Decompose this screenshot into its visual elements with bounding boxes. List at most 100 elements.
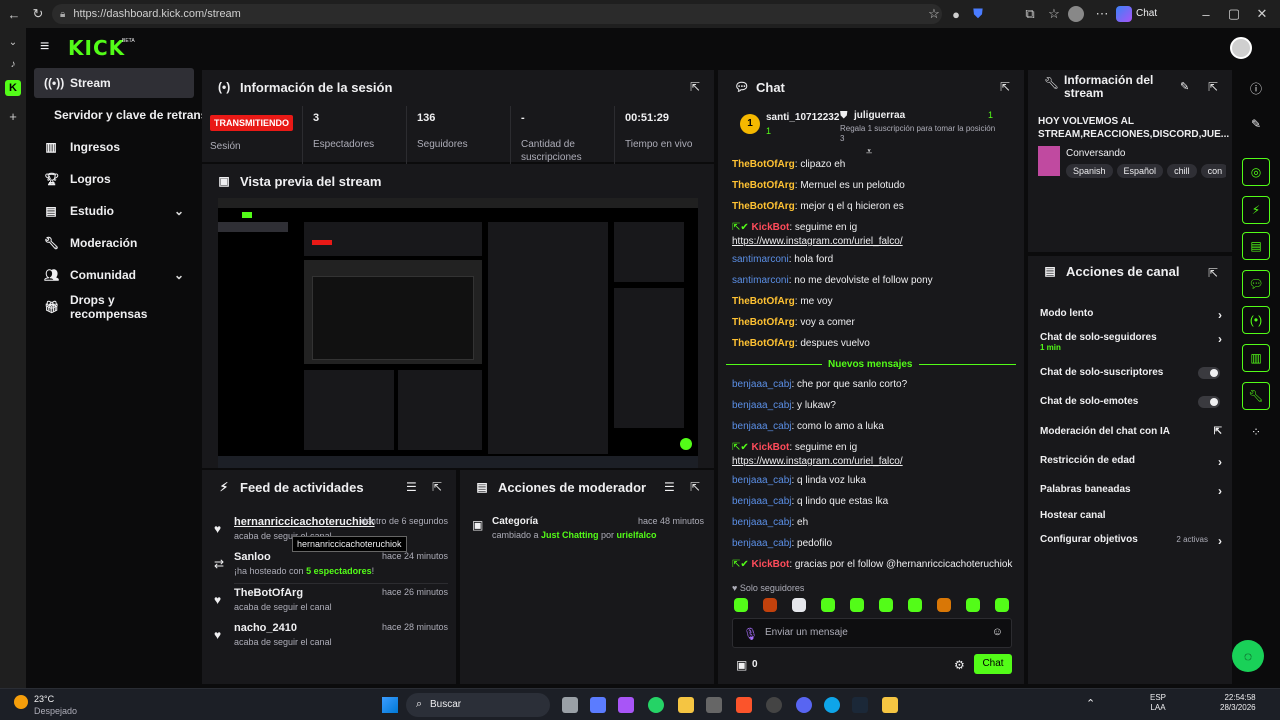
app-icon[interactable] xyxy=(706,697,722,713)
pencil-icon[interactable]: ✎ xyxy=(1242,110,1270,138)
extension-icon[interactable]: ● xyxy=(946,4,966,24)
mic-icon[interactable]: 🎙︎ xyxy=(743,627,758,641)
sidebar-item-comunidad[interactable]: 👥︎ Comunidad ⌄ xyxy=(34,260,194,290)
popout-icon[interactable]: ⇱ xyxy=(690,480,700,494)
chat-username[interactable]: TheBotOfArg xyxy=(732,180,795,191)
wrench-icon[interactable]: 🔧︎ xyxy=(1242,382,1270,410)
feed-user[interactable]: hernanriccicachoteruchiok xyxy=(234,516,375,528)
chat-username[interactable]: TheBotOfArg xyxy=(732,296,795,307)
app-icon[interactable] xyxy=(590,697,606,713)
feed-item[interactable]: ♥ nacho_2410 hace 28 minutos acaba de se… xyxy=(214,622,448,656)
tag[interactable]: chill xyxy=(1167,164,1197,178)
copilot-icon[interactable] xyxy=(618,697,634,713)
sidebar-item-ingresos[interactable]: ▥ Ingresos xyxy=(34,132,194,162)
copilot-label[interactable]: Chat xyxy=(1136,8,1157,19)
channel-action-2[interactable]: Chat de solo-seguidores 1 min › xyxy=(1040,332,1222,352)
filter-icon[interactable]: ☰ xyxy=(664,480,675,494)
chat-username[interactable]: KickBot xyxy=(752,442,790,453)
top-gifter-1[interactable]: santi_10712232 xyxy=(766,112,839,123)
channel-action-4[interactable]: Chat de solo-emotes xyxy=(1040,396,1222,408)
sidebar-item-stream[interactable]: ((•)) Stream xyxy=(34,68,194,98)
kick-tab-icon[interactable]: K xyxy=(5,80,21,96)
feed-user[interactable]: Sanloo xyxy=(234,551,271,563)
chat-username[interactable]: benjaaa_cabj xyxy=(732,421,792,432)
document-icon[interactable]: ▤ xyxy=(1242,232,1270,260)
discord-icon[interactable] xyxy=(796,697,812,713)
feed-item[interactable]: ⇄ Sanloo hace 24 minutos ¡ha hosteado co… xyxy=(214,551,448,585)
chat-input[interactable]: 🎙︎ Enviar un mensaje ☺ xyxy=(732,618,1012,648)
add-tab-icon[interactable]: + xyxy=(3,106,23,126)
help-icon[interactable]: ◌ xyxy=(1232,640,1264,672)
tag[interactable]: con xyxy=(1200,164,1226,178)
info-icon[interactable]: ⓘ xyxy=(1242,74,1270,102)
steam-icon[interactable] xyxy=(852,697,868,713)
chat-link[interactable]: https://www.instagram.com/uriel_falco/ xyxy=(732,236,903,247)
toggle-switch[interactable] xyxy=(1198,396,1220,408)
tag[interactable]: Español xyxy=(1116,164,1164,178)
channel-action-6[interactable]: Restricción de edad › xyxy=(1040,455,1222,469)
emote-icon[interactable] xyxy=(937,598,951,612)
store-icon[interactable]: ▥ xyxy=(1242,344,1270,372)
address-bar[interactable]: 🔒︎ https://dashboard.kick.com/stream xyxy=(52,4,942,24)
chat-username[interactable]: TheBotOfArg xyxy=(732,159,795,170)
emote-icon[interactable] xyxy=(792,598,806,612)
reload-icon[interactable]: ↻ xyxy=(28,4,48,24)
feed-user[interactable]: nacho_2410 xyxy=(234,622,297,634)
emote-icon[interactable] xyxy=(908,598,922,612)
channel-action-9[interactable]: Configurar objetivos 2 activas › xyxy=(1040,534,1222,548)
channel-action-5[interactable]: Moderación del chat con IA ⇱ xyxy=(1040,426,1222,437)
chat-username[interactable]: TheBotOfArg xyxy=(732,338,795,349)
emote-icon[interactable] xyxy=(995,598,1009,612)
start-icon[interactable] xyxy=(382,697,398,713)
filter-icon[interactable]: ☰ xyxy=(406,480,417,494)
favorite-icon[interactable]: ☆ xyxy=(924,4,944,24)
close-icon[interactable]: ✕ xyxy=(1252,4,1272,24)
popout-icon[interactable]: ⇱ xyxy=(1208,80,1218,94)
popout-icon[interactable]: ⇱ xyxy=(432,480,442,494)
tag[interactable]: Spanish xyxy=(1066,164,1113,178)
gear-icon[interactable]: ⚙ xyxy=(954,658,965,672)
feed-user[interactable]: TheBotOfArg xyxy=(234,587,303,599)
target-icon[interactable]: ◎ xyxy=(1242,158,1270,186)
chat-username[interactable]: benjaaa_cabj xyxy=(732,517,792,528)
chat-username[interactable]: KickBot xyxy=(752,222,790,233)
points-icon[interactable]: ▣ xyxy=(736,658,747,672)
channel-action-3[interactable]: Chat de solo-suscriptores xyxy=(1040,367,1222,379)
clock[interactable]: 22:54:58 28/3/2026 xyxy=(1220,693,1256,713)
tray-chevron-icon[interactable]: ⌃ xyxy=(1086,697,1095,710)
send-chat-button[interactable]: Chat xyxy=(974,654,1012,674)
app-icon[interactable] xyxy=(766,697,782,713)
feed-item[interactable]: ♥ TheBotOfArg hace 26 minutos acaba de s… xyxy=(214,587,448,621)
favorites-bar-icon[interactable]: ☆ xyxy=(1044,4,1064,24)
popout-icon[interactable]: ⇱ xyxy=(690,80,700,94)
popout-icon[interactable]: ⇱ xyxy=(1208,266,1218,280)
whatsapp-icon[interactable] xyxy=(648,697,664,713)
more-icon[interactable]: ⋯ xyxy=(1092,4,1112,24)
shield-icon[interactable]: ⛊ xyxy=(968,4,988,24)
sidebar-item-moderacion[interactable]: 🔧︎ Moderación xyxy=(34,228,194,258)
chat-link[interactable]: https://www.instagram.com/uriel_falco/ xyxy=(732,456,903,467)
chevron-down-icon[interactable]: ⌄ xyxy=(3,32,23,52)
chat-username[interactable]: santimarconi xyxy=(732,254,789,265)
emote-icon[interactable] xyxy=(763,598,777,612)
top-gifter-2[interactable]: juliguerraa xyxy=(854,110,905,121)
chat-username[interactable]: santimarconi xyxy=(732,275,789,286)
app-icon[interactable] xyxy=(882,697,898,713)
menu-icon[interactable]: ≡ xyxy=(40,39,49,55)
profile-icon[interactable] xyxy=(1068,6,1084,22)
popout-icon[interactable]: ⇱ xyxy=(1000,80,1010,94)
brave-icon[interactable] xyxy=(736,697,752,713)
emote-icon[interactable] xyxy=(734,598,748,612)
collections-icon[interactable]: ⧉ xyxy=(1020,4,1040,24)
gift-cta[interactable]: Regala 1 suscripción para tomar la posic… xyxy=(840,124,1000,144)
chat-username[interactable]: benjaaa_cabj xyxy=(732,496,792,507)
emote-icon[interactable] xyxy=(850,598,864,612)
weather-icon[interactable] xyxy=(14,695,28,709)
sidebar-item-estudio[interactable]: ▤ Estudio ⌄ xyxy=(34,196,194,226)
taskview-icon[interactable] xyxy=(562,697,578,713)
chat-username[interactable]: benjaaa_cabj xyxy=(732,400,792,411)
chat-username[interactable]: KickBot xyxy=(752,559,790,570)
emoji-icon[interactable]: ☺ xyxy=(992,626,1003,638)
toggle-switch[interactable] xyxy=(1198,367,1220,379)
emote-icon[interactable] xyxy=(879,598,893,612)
